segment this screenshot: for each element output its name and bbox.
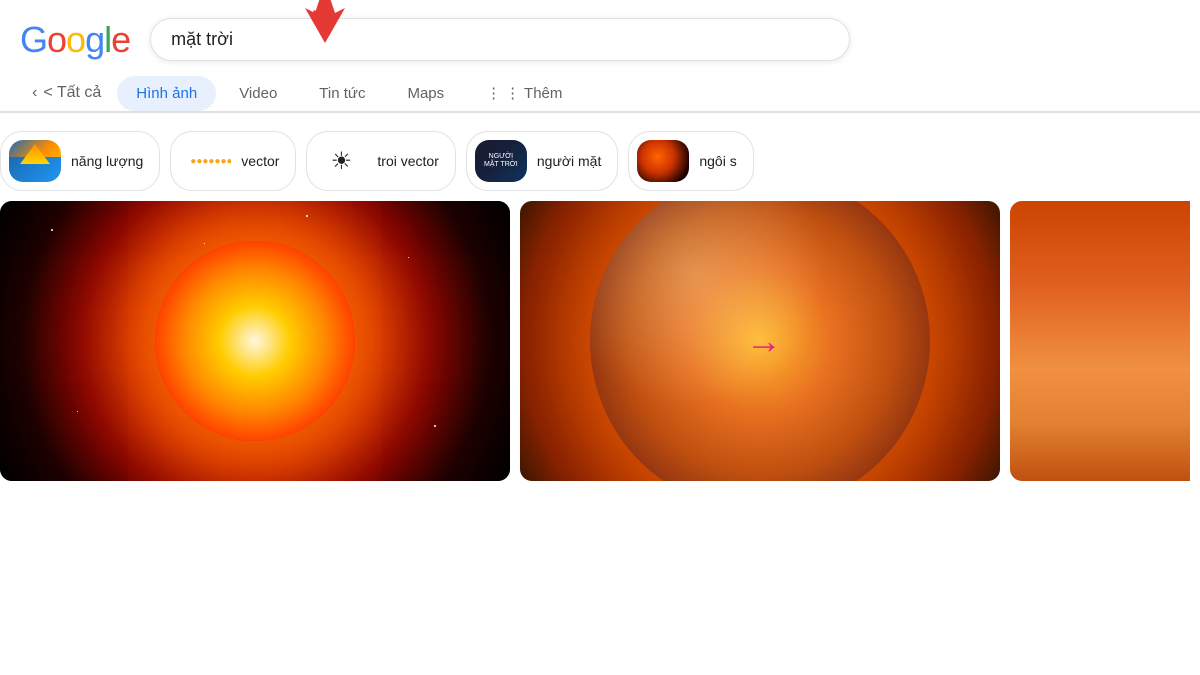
- dots-icon: ●●●●●●●●●: [179, 140, 231, 182]
- tab-maps[interactable]: Maps: [388, 76, 463, 111]
- chip-thumb-ngoi-s: [637, 140, 689, 182]
- header: Google ↑: [0, 0, 1200, 61]
- logo-o1: o: [47, 19, 66, 60]
- tab-more[interactable]: ⋮ ⋮ Thêm: [467, 75, 581, 111]
- more-dots-icon: ⋮: [486, 84, 501, 102]
- chip-thumb-nang-luong: [9, 140, 61, 182]
- image-sun-closeup[interactable]: →: [520, 201, 1000, 481]
- chip-label-nang-luong: năng lượng: [71, 153, 143, 169]
- logo-g2: g: [85, 19, 104, 60]
- chip-thumb-vector: ●●●●●●●●●: [179, 140, 231, 182]
- planet-icon: [637, 140, 689, 182]
- google-logo[interactable]: Google: [20, 19, 130, 61]
- nav-tabs: ‹ < Tất cả Hình ảnh Video Tin tức Maps ⋮…: [0, 61, 1200, 112]
- tab-hinh-anh[interactable]: Hình ảnh: [117, 76, 216, 111]
- chip-ngoi-s[interactable]: ngôi s: [628, 131, 753, 191]
- chip-label-vector: vector: [241, 153, 279, 169]
- sun-closeup-visual: [520, 201, 1000, 481]
- suggestions-row: năng lượng ●●●●●●●●● vector ☀ troi vecto…: [0, 113, 1200, 201]
- chip-nguoi-mat[interactable]: NGƯỜIMẶT TRỜI người mặt: [466, 131, 618, 191]
- sun-dark-visual: [0, 201, 510, 481]
- search-bar-wrapper: ↑: [150, 18, 850, 61]
- tat-ca-label: < Tất cả: [43, 84, 101, 102]
- sun-orange-visual: [1010, 201, 1190, 481]
- tab-video[interactable]: Video: [220, 76, 296, 111]
- chip-thumb-troi-vector: ☀: [315, 140, 367, 182]
- chip-vector[interactable]: ●●●●●●●●● vector: [170, 131, 296, 191]
- logo-e: e: [111, 19, 130, 60]
- image-orange-sky[interactable]: [1010, 201, 1190, 481]
- chip-label-ngoi-s: ngôi s: [699, 153, 736, 169]
- chip-troi-vector[interactable]: ☀ troi vector: [306, 131, 455, 191]
- chip-label-troi-vector: troi vector: [377, 153, 438, 169]
- nav-back-button[interactable]: ‹ < Tất cả: [20, 76, 113, 110]
- logo-o2: o: [66, 19, 85, 60]
- chip-label-nguoi-mat: người mặt: [537, 153, 601, 169]
- logo-g: G: [20, 19, 47, 60]
- movie-thumb: NGƯỜIMẶT TRỜI: [475, 140, 527, 182]
- sun-emoji-icon: ☀: [315, 140, 367, 182]
- back-arrow-icon: ‹: [32, 84, 37, 102]
- image-sun-dark[interactable]: [0, 201, 510, 481]
- image-grid: →: [0, 201, 1200, 481]
- search-input[interactable]: [150, 18, 850, 61]
- chip-thumb-nguoi-mat: NGƯỜIMẶT TRỜI: [475, 140, 527, 182]
- tab-tin-tuc[interactable]: Tin tức: [300, 76, 384, 111]
- chip-nang-luong[interactable]: năng lượng: [0, 131, 160, 191]
